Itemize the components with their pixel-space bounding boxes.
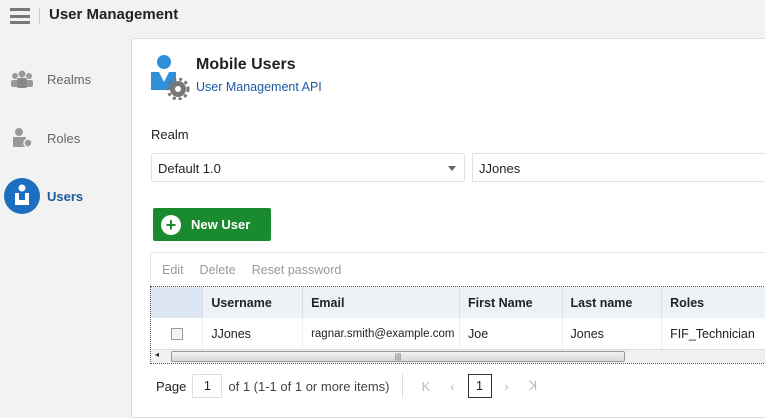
delete-button[interactable]: Delete [200, 263, 236, 277]
next-page-icon[interactable]: › [505, 379, 509, 394]
api-link[interactable]: User Management API [196, 80, 322, 94]
table-toolbar: Edit Delete Reset password [150, 252, 765, 286]
first-page-icon[interactable]: K [422, 379, 431, 394]
sidebar-item-label: Roles [47, 130, 81, 146]
new-user-label: New User [191, 217, 251, 232]
table-header: Username Email First Name Last name Role… [151, 287, 765, 318]
last-page-icon[interactable]: ꓘ [529, 378, 538, 394]
sidebar-item-roles[interactable]: Roles [0, 115, 130, 161]
chevron-down-icon [448, 166, 456, 171]
cell-first-name: Joe [459, 318, 563, 349]
scroll-left-icon[interactable]: ◂ [155, 350, 159, 359]
realm-value: Default 1.0 [158, 161, 221, 176]
new-user-button[interactable]: + New User [153, 208, 271, 241]
user-icon [2, 178, 42, 214]
header: User Management [0, 0, 765, 32]
plus-icon: + [161, 214, 181, 235]
current-page-button[interactable]: 1 [467, 374, 492, 398]
realm-select[interactable]: Default 1.0 [151, 153, 465, 182]
reset-password-button[interactable]: Reset password [252, 263, 342, 277]
table-row[interactable]: JJones ragnar.smith@example.com Joe Jone… [151, 318, 765, 349]
page-summary: of 1 (1-1 of 1 or more items) [228, 378, 390, 394]
select-column [151, 287, 204, 318]
scrollbar-thumb[interactable]: ||| [171, 351, 625, 362]
cell-email: ragnar.smith@example.com [302, 318, 461, 349]
cell-last-name: Jones [562, 318, 663, 349]
column-last-name[interactable]: Last name [562, 287, 663, 318]
sidebar-item-label: Users [47, 188, 84, 204]
sidebar-item-realms[interactable]: Realms [0, 56, 130, 102]
app-title: User Management [49, 6, 179, 23]
column-email[interactable]: Email [302, 287, 461, 318]
column-first-name[interactable]: First Name [459, 287, 563, 318]
divider [39, 8, 40, 24]
mobile-users-icon [150, 54, 190, 105]
user-key-icon [2, 127, 42, 149]
edit-button[interactable]: Edit [162, 263, 184, 277]
page-title: Mobile Users [196, 56, 296, 73]
search-input[interactable]: JJones [472, 153, 765, 182]
horizontal-scrollbar[interactable]: ◂ ||| [151, 349, 765, 363]
page-label: Page [156, 378, 187, 394]
divider [401, 374, 403, 398]
column-username[interactable]: Username [202, 287, 304, 318]
users-table: Username Email First Name Last name Role… [150, 286, 765, 364]
page-input[interactable]: 1 [192, 374, 223, 398]
realm-label: Realm [151, 127, 189, 142]
pagination: Page 1 of 1 (1-1 of 1 or more items) K ‹… [156, 374, 544, 398]
sidebar-item-label: Realms [47, 71, 92, 87]
cell-roles: FIF_Technician [661, 318, 765, 349]
menu-icon[interactable] [10, 8, 30, 24]
sidebar-item-users[interactable]: Users [0, 173, 130, 219]
group-icon [2, 70, 42, 88]
prev-page-icon[interactable]: ‹ [450, 379, 454, 394]
column-roles[interactable]: Roles [661, 287, 765, 318]
row-checkbox-cell [151, 318, 204, 349]
cell-username: JJones [202, 318, 304, 349]
row-checkbox[interactable] [171, 327, 183, 340]
